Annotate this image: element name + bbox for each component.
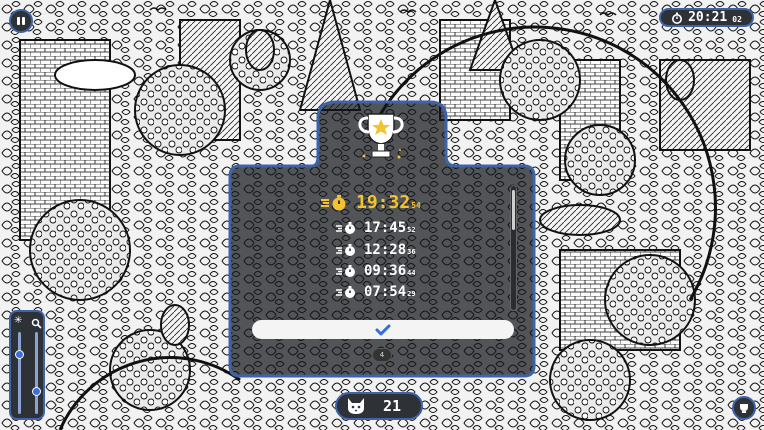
run-row: 12:28 36: [336, 242, 416, 258]
results-scrollbar[interactable]: [510, 185, 517, 311]
page-indicator: 4: [372, 348, 392, 362]
brightness-slider-handle[interactable]: [15, 350, 24, 359]
hint-button[interactable]: [732, 396, 756, 420]
run-time-fraction: 52: [407, 226, 416, 234]
results-panel: [228, 100, 536, 378]
stopwatch-icon: [336, 244, 355, 256]
run-time-main: 17:45: [364, 220, 407, 236]
zoom-slider-handle[interactable]: [32, 387, 41, 396]
run-row: 07:54 29: [336, 284, 416, 300]
trophy-icon: [358, 113, 404, 159]
scrollbar-thumb[interactable]: [512, 190, 515, 230]
best-time-fraction: 54: [411, 201, 421, 210]
run-time-main: 12:28: [364, 242, 407, 258]
run-time-main: 07:54: [364, 284, 407, 300]
run-time-main: 09:36: [364, 263, 407, 279]
best-time-row: 19:32 54: [320, 192, 421, 213]
sun-icon: ✳: [14, 315, 23, 326]
found-counter: 21: [335, 392, 423, 420]
cat-icon: [348, 398, 364, 414]
results-modal: 19:32 54 17:45 52 12:28 36 09:36 44 07:5…: [0, 0, 764, 430]
run-row: 09:36 44: [336, 263, 416, 279]
confirm-button[interactable]: [252, 320, 514, 339]
run-time-fraction: 29: [407, 290, 416, 298]
view-controls-panel: ✳: [9, 310, 45, 420]
brightness-slider[interactable]: [15, 332, 24, 414]
magnifier-icon: [31, 314, 42, 333]
checkmark-icon: [375, 324, 391, 335]
hint-icon: [740, 404, 748, 413]
zoom-slider[interactable]: [32, 332, 41, 414]
best-time-main: 19:32: [356, 192, 411, 213]
run-time-fraction: 44: [407, 269, 416, 277]
found-count: 21: [383, 397, 402, 415]
stopwatch-icon: [336, 286, 355, 298]
run-row: 17:45 52: [336, 220, 416, 236]
stopwatch-icon: [336, 222, 355, 234]
stopwatch-icon: [336, 265, 355, 277]
stopwatch-icon: [321, 194, 346, 210]
run-time-fraction: 36: [407, 248, 416, 256]
